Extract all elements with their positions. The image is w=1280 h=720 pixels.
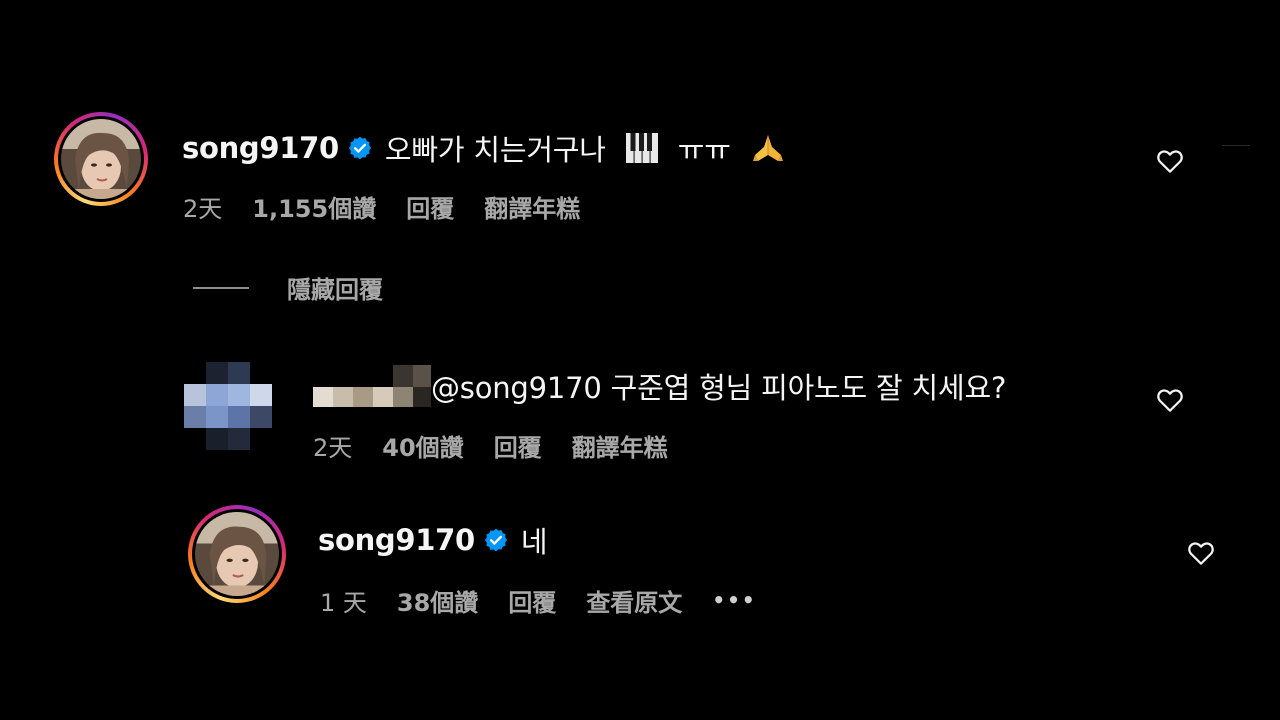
reply-text: @song9170 구준엽 형님 피아노도 잘 치세요? <box>431 371 1007 405</box>
comment-main-body: song9170 오빠가 치는거구나 ㅠㅠ <box>182 128 785 168</box>
divider <box>1222 145 1250 146</box>
timestamp: 1 天 <box>320 588 367 617</box>
divider-dash <box>193 286 249 289</box>
username[interactable]: song9170 <box>318 523 475 557</box>
username[interactable]: song9170 <box>182 131 339 165</box>
like-heart-icon[interactable] <box>1186 538 1216 568</box>
see-original-button[interactable]: 查看原文 <box>586 583 682 618</box>
reply-1-body: @song9170 구준엽 형님 피아노도 잘 치세요? <box>313 365 1007 407</box>
reply-button[interactable]: 回覆 <box>494 428 542 463</box>
comment-text: 오빠가 치는거구나 <box>384 133 606 167</box>
username-pixelated[interactable] <box>313 365 431 407</box>
piano-keys-icon <box>625 133 658 163</box>
like-heart-icon[interactable] <box>1155 146 1185 176</box>
verified-badge-icon <box>347 135 373 161</box>
reply-2-body: song9170 네 <box>318 520 548 560</box>
more-options-button[interactable]: ••• <box>712 588 756 612</box>
like-count[interactable]: 1,155個讚 <box>252 189 376 224</box>
folded-hands-icon <box>751 133 785 163</box>
comments-thread: song9170 오빠가 치는거구나 ㅠㅠ 2天 1,155個讚 回覆 翻譯年糕… <box>0 0 1280 720</box>
avatar-pixelated[interactable] <box>184 362 272 450</box>
translate-button[interactable]: 翻譯年糕 <box>572 428 668 463</box>
reply-text: 네 <box>520 525 548 559</box>
reply-button[interactable]: 回覆 <box>508 583 556 618</box>
avatar[interactable] <box>54 112 148 206</box>
reply-2-meta: 1 天 38個讚 回覆 查看原文 ••• <box>320 583 787 618</box>
like-count[interactable]: 38個讚 <box>397 583 478 618</box>
verified-badge-icon <box>483 527 509 553</box>
timestamp: 2天 <box>183 194 223 223</box>
avatar[interactable] <box>188 505 286 603</box>
like-count[interactable]: 40個讚 <box>382 428 463 463</box>
hide-replies-button[interactable]: 隱藏回覆 <box>193 270 383 305</box>
like-heart-icon[interactable] <box>1155 385 1185 415</box>
reply-1-meta: 2天 40個讚 回覆 翻譯年糕 <box>313 428 698 463</box>
hide-replies-label: 隱藏回覆 <box>287 276 383 304</box>
translate-button[interactable]: 翻譯年糕 <box>484 189 580 224</box>
reply-button[interactable]: 回覆 <box>406 189 454 224</box>
comment-main-meta: 2天 1,155個讚 回覆 翻譯年糕 <box>183 189 610 224</box>
timestamp: 2天 <box>313 433 353 462</box>
comment-text-suffix: ㅠㅠ <box>677 133 731 167</box>
